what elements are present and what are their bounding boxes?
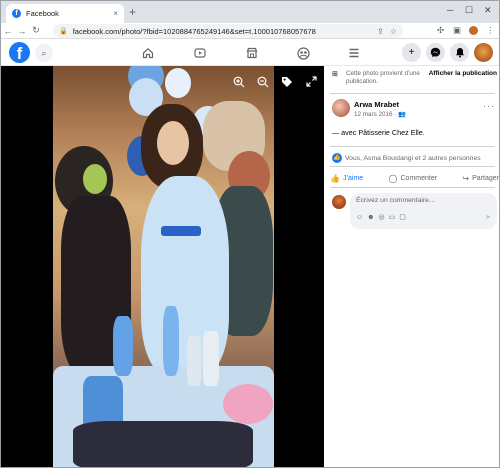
like-label: J’aime: [342, 174, 364, 182]
photo-source-icon: ⊞: [332, 71, 338, 78]
minimize-icon[interactable]: ─: [447, 5, 453, 15]
profile-avatar[interactable]: [474, 43, 493, 62]
like-button[interactable]: 👍 J’aime: [330, 171, 363, 185]
comment-composer: Écrivez un commentaire… ☺☻◎▭▢ ➤: [332, 193, 497, 229]
source-notice: ⊞ Cette photo provient d’une publication…: [332, 70, 497, 92]
caption-prefix: — avec: [332, 128, 359, 137]
bookmark-star-icon[interactable]: ☆: [390, 27, 397, 36]
author-name[interactable]: Arwa Mrabet: [354, 100, 399, 109]
home-icon[interactable]: [140, 45, 156, 61]
fullscreen-icon[interactable]: [304, 76, 318, 90]
close-window-icon[interactable]: ✕: [484, 5, 492, 16]
share-label: Partager: [472, 174, 499, 182]
author-avatar[interactable]: [332, 99, 350, 117]
current-user-avatar[interactable]: [332, 195, 346, 209]
share-arrow-icon: ↪: [462, 173, 470, 183]
browser-toolbar: ← → ↻ 🔒 facebook.com/photo/?fbid=1020884…: [1, 23, 499, 39]
tab-strip: f Facebook × + ─ ☐ ✕: [1, 1, 499, 23]
send-icon[interactable]: ➤: [485, 213, 491, 221]
reactions-text[interactable]: Vous, Asma Boustangi et 2 autres personn…: [345, 155, 481, 162]
groups-icon[interactable]: [295, 45, 311, 61]
caption-suffix: .: [422, 128, 425, 137]
post-caption: — avec Pâtisserie Chez Elle.: [332, 128, 425, 137]
forward-icon[interactable]: →: [15, 26, 29, 36]
search-icon[interactable]: ⌕: [35, 44, 53, 62]
like-reaction-icon: 👍: [332, 153, 342, 163]
tagged-page-link[interactable]: Pâtisserie Chez Elle: [358, 128, 422, 137]
url-text[interactable]: facebook.com/photo/?fbid=102088476524914…: [73, 27, 371, 36]
post-actions: 👍 J’aime ◯ Commenter ↪ Partager: [330, 171, 499, 185]
address-bar[interactable]: 🔒 facebook.com/photo/?fbid=1020884765249…: [53, 24, 403, 38]
facebook-header: f ⌕ +: [1, 39, 499, 66]
audience-icon: 👥: [398, 111, 406, 118]
zoom-out-icon[interactable]: [256, 76, 270, 90]
lock-icon[interactable]: 🔒: [59, 27, 68, 35]
side-panel-icon[interactable]: ▣: [453, 25, 461, 36]
facebook-logo-icon[interactable]: f: [9, 42, 30, 63]
tab-facebook[interactable]: f Facebook ×: [6, 4, 124, 23]
notifications-icon[interactable]: [450, 43, 469, 62]
reactions-summary[interactable]: 👍 Vous, Asma Boustangi et 2 autres perso…: [332, 153, 481, 163]
browser-window: f Facebook × + ─ ☐ ✕ ← → ↻ 🔒 facebook.co…: [0, 0, 500, 468]
back-icon[interactable]: ←: [1, 26, 15, 36]
tag-icon[interactable]: [280, 76, 294, 90]
profile-icon[interactable]: [469, 26, 478, 35]
post-date-text[interactable]: 12 mars 2016 ·: [354, 111, 398, 118]
share-button[interactable]: ↪ Partager: [462, 171, 499, 185]
zoom-in-icon[interactable]: [232, 76, 246, 90]
comment-label: Commenter: [400, 174, 438, 182]
comment-icon: ◯: [388, 173, 398, 183]
camera-icon[interactable]: ◎: [379, 214, 389, 221]
share-icon[interactable]: ⇪: [377, 27, 384, 36]
photo-side-panel: ⊞ Cette photo provient d’une publication…: [324, 66, 499, 467]
messenger-icon[interactable]: [426, 43, 445, 62]
divider: [330, 146, 495, 147]
divider: [330, 93, 495, 94]
thumbs-up-icon: 👍: [330, 173, 340, 183]
comment-tools: ☺☻◎▭▢: [356, 213, 410, 221]
menu-icon[interactable]: [346, 45, 362, 61]
reload-icon[interactable]: ↻: [29, 25, 43, 36]
sticker-icon[interactable]: ▢: [399, 214, 410, 221]
gif-icon[interactable]: ▭: [389, 214, 400, 221]
comment-placeholder: Écrivez un commentaire…: [356, 197, 436, 204]
comment-button[interactable]: ◯ Commenter: [389, 171, 438, 185]
notice-text: Cette photo provient d’une publication.: [346, 70, 420, 85]
view-post-link[interactable]: Afficher la publication: [429, 70, 497, 77]
emoji-icon[interactable]: ☻: [367, 214, 378, 221]
tab-title: Facebook: [26, 9, 59, 18]
extensions-icon[interactable]: ✣: [437, 25, 444, 36]
photo-viewer: [1, 66, 324, 467]
chrome-menu-icon[interactable]: ⋮: [486, 25, 495, 36]
post-author: Arwa Mrabet 12 mars 2016 · 👥 ···: [332, 99, 497, 121]
divider: [330, 166, 495, 167]
marketplace-icon[interactable]: [244, 45, 260, 61]
facebook-favicon-icon: f: [12, 9, 21, 18]
maximize-icon[interactable]: ☐: [465, 5, 473, 16]
watch-icon[interactable]: [192, 45, 208, 61]
post-photo[interactable]: [53, 66, 274, 467]
comment-input[interactable]: Écrivez un commentaire… ☺☻◎▭▢ ➤: [350, 193, 497, 229]
new-tab-button[interactable]: +: [129, 6, 136, 18]
avatar-sticker-icon[interactable]: ☺: [356, 214, 367, 221]
divider: [330, 187, 495, 188]
post-date[interactable]: 12 mars 2016 · 👥: [354, 110, 406, 118]
create-button[interactable]: +: [402, 43, 421, 62]
close-tab-icon[interactable]: ×: [113, 9, 118, 18]
more-options-icon[interactable]: ···: [483, 101, 495, 111]
